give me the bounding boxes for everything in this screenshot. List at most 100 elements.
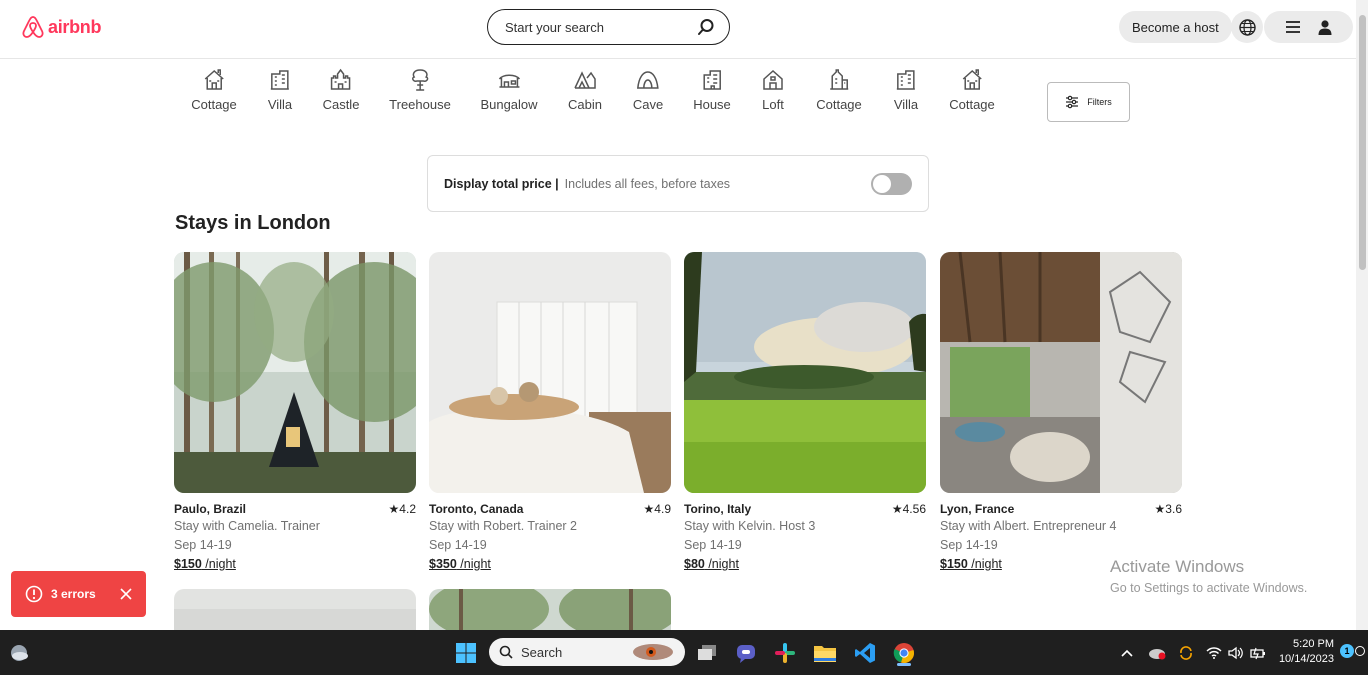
listing-photo[interactable] (684, 252, 926, 493)
airbnb-logo[interactable]: airbnb (22, 15, 102, 39)
taskbar-search-label: Search (521, 644, 563, 660)
logo-text: airbnb (48, 16, 102, 37)
listing-host: Stay with Camelia. Trainer (174, 519, 320, 533)
listing-rating: ★3.6 (1154, 502, 1182, 516)
villa-icon (271, 70, 289, 90)
page-scrollbar[interactable] (1356, 0, 1368, 630)
bungalow-icon (498, 74, 520, 88)
price-amount: $350 (429, 557, 457, 571)
category-item[interactable]: Treehouse (389, 68, 451, 112)
globe-icon (1238, 18, 1256, 36)
category-label: Cottage (191, 97, 237, 112)
house-icon (703, 70, 721, 90)
listing-photo[interactable] (174, 252, 416, 493)
taskbar-app-slack[interactable] (770, 638, 800, 668)
search-placeholder: Start your search (505, 19, 604, 35)
notification-badge[interactable]: 1 (1340, 644, 1354, 658)
battery-icon[interactable] (1250, 646, 1266, 660)
user-menu-button[interactable] (1264, 11, 1353, 43)
taskbar-app-chrome[interactable] (889, 638, 919, 668)
category-item[interactable]: Cottage (191, 68, 237, 112)
category-item[interactable]: Cabin (568, 68, 602, 112)
category-item[interactable]: House (693, 68, 731, 112)
listing-photo[interactable] (429, 252, 671, 493)
errors-toast[interactable]: 3 errors (11, 571, 146, 617)
section-title: Stays in London (175, 212, 331, 234)
category-item[interactable]: Cottage (816, 68, 862, 112)
start-button[interactable] (451, 638, 481, 668)
cabin-icon (574, 71, 596, 89)
category-label: Bungalow (480, 97, 538, 112)
chrome-icon (893, 643, 914, 663)
errors-label: 3 errors (51, 587, 96, 601)
listing-location: Toronto, Canada (429, 502, 524, 516)
task-view-button[interactable] (692, 638, 722, 668)
category-label: Villa (893, 97, 919, 112)
search-icon[interactable] (697, 18, 715, 36)
filters-button[interactable]: Filters (1047, 82, 1130, 122)
category-item[interactable]: Cottage (949, 68, 995, 112)
become-host-button[interactable]: Become a host (1119, 11, 1232, 43)
listing-rating: ★4.9 (643, 502, 671, 516)
listing-card[interactable]: Toronto, Canada ★4.9 Stay with Robert. T… (429, 252, 671, 571)
category-item[interactable]: Villa (268, 68, 292, 112)
listing-photo[interactable] (174, 589, 416, 634)
category-item[interactable]: Loft (761, 68, 785, 112)
listing-price: $350 /night (429, 557, 671, 571)
taskbar-app-vscode[interactable] (850, 638, 880, 668)
category-item[interactable]: Castle (322, 68, 360, 112)
price-unit: /night (456, 557, 491, 571)
listing-photo[interactable] (429, 589, 671, 634)
category-label: Castle (322, 97, 360, 112)
listing-dates: Sep 14-19 (174, 538, 232, 552)
price-amount: $80 (684, 557, 705, 571)
total-price-label: Display total price | (444, 176, 559, 191)
focus-icon[interactable] (1355, 646, 1365, 656)
category-label: Cave (632, 97, 664, 112)
castle-icon (331, 68, 351, 90)
wifi-icon[interactable] (1206, 646, 1222, 659)
cottage-icon (962, 69, 982, 90)
weather-icon (11, 645, 28, 661)
activate-title: Activate Windows (1110, 557, 1245, 576)
cottage-icon (204, 69, 224, 90)
weather-widget[interactable] (4, 638, 34, 668)
villa-icon (897, 70, 915, 90)
scrollbar-thumb[interactable] (1359, 15, 1366, 270)
search-bar[interactable]: Start your search (487, 9, 730, 45)
close-icon[interactable] (120, 588, 132, 600)
sync-icon[interactable] (1178, 645, 1194, 661)
taskbar-app-chat[interactable] (731, 638, 761, 668)
activate-windows-watermark: Activate Windows Go to Settings to activ… (1110, 557, 1307, 595)
cave-icon (637, 71, 659, 89)
search-icon (499, 645, 513, 659)
chat-icon (737, 645, 755, 663)
onedrive-icon[interactable] (1148, 646, 1166, 660)
category-label: Loft (762, 97, 784, 112)
sliders-icon (1066, 95, 1079, 109)
listing-rating: ★4.56 (891, 502, 926, 516)
taskbar-search[interactable]: Search (489, 638, 685, 666)
treehouse-icon (411, 69, 429, 91)
category-item[interactable]: Bungalow (480, 68, 538, 112)
hamburger-menu-icon (1285, 21, 1300, 33)
category-item[interactable]: Villa (894, 68, 918, 112)
category-item[interactable]: Cave (633, 68, 663, 112)
category-label: Cottage (816, 97, 862, 112)
total-price-toggle[interactable] (871, 173, 912, 195)
system-tray (1120, 630, 1266, 675)
taskbar-app-explorer[interactable] (810, 638, 840, 668)
total-price-panel: Display total price | Includes all fees,… (427, 155, 929, 212)
listing-dates: Sep 14-19 (940, 538, 998, 552)
category-label: House (693, 97, 731, 112)
volume-icon[interactable] (1228, 646, 1244, 660)
listing-card[interactable]: Torino, Italy ★4.56 Stay with Kelvin. Ho… (684, 252, 926, 571)
chevron-up-icon[interactable] (1120, 648, 1134, 658)
price-amount: $150 (174, 557, 202, 571)
language-button[interactable] (1231, 11, 1263, 43)
listing-card[interactable]: Lyon, France ★3.6 Stay with Albert. Entr… (940, 252, 1182, 571)
listing-card[interactable]: Paulo, Brazil ★4.2 Stay with Camelia. Tr… (174, 252, 416, 571)
listing-photo[interactable] (940, 252, 1182, 493)
taskbar-clock[interactable]: 5:20 PM 10/14/2023 (1276, 637, 1334, 667)
clock-time: 5:20 PM (1293, 638, 1334, 650)
